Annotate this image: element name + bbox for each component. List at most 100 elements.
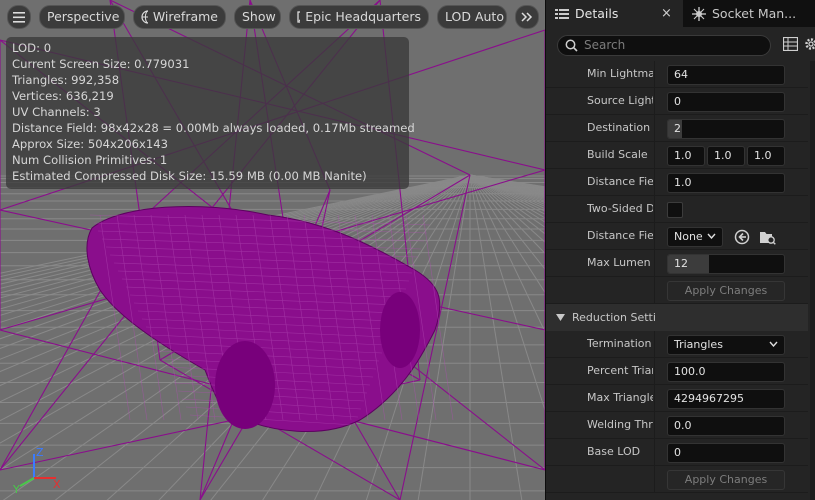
tab-socket-manager[interactable]: Socket Man... xyxy=(692,0,815,27)
base-lod-input[interactable]: 0 xyxy=(667,443,785,463)
stat-distance-field: Distance Field: 98x42x28 = 0.00Mb always… xyxy=(12,121,415,135)
section-title: Reduction Settings xyxy=(572,311,656,324)
gizmo-z-label: Z xyxy=(36,446,44,459)
prop-row-source-lightmap: Source Lightmap Index 0 xyxy=(546,88,808,115)
prop-row-max-triangle-count: Max Triangle Count 4294967295 xyxy=(546,385,808,412)
search-icon xyxy=(565,39,578,52)
stat-uv-channels: UV Channels: 3 xyxy=(12,105,101,119)
stat-approx-size: Approx Size: 504x206x143 xyxy=(12,137,168,151)
prop-label: Termination xyxy=(587,337,652,350)
two-sided-checkbox[interactable] xyxy=(667,202,683,218)
prop-label: Build Scale xyxy=(587,148,648,161)
axis-gizmo: Z X Y xyxy=(12,446,61,494)
min-lightmap-input[interactable]: 64 xyxy=(667,65,785,85)
df-resolution-input[interactable]: 1.0 xyxy=(667,173,785,193)
prop-label: Two-Sided Distance Field Generation xyxy=(587,202,653,215)
prop-label: Welding Threshold xyxy=(587,418,653,431)
termination-dropdown[interactable]: Triangles xyxy=(667,335,785,355)
view-mode-button[interactable]: Wireframe xyxy=(133,5,226,29)
wireframe-globe-icon xyxy=(141,10,148,24)
destination-lightmap-slider[interactable]: 2 xyxy=(667,119,785,139)
properties-list: Min Lightmap Resolution 64 Source Lightm… xyxy=(546,61,815,500)
chevron-down-icon xyxy=(769,341,778,347)
build-scale-x-input[interactable]: 1.0 xyxy=(667,146,705,166)
use-selected-asset-icon[interactable] xyxy=(734,229,750,245)
car-wireframe-mesh xyxy=(86,205,454,433)
panel-tab-bar: Details × Socket Man... xyxy=(546,0,815,27)
details-search-input[interactable]: Search xyxy=(557,35,771,56)
prop-row-percent-triangles: Percent Triangles 100.0 xyxy=(546,358,808,385)
stat-screen-size: Current Screen Size: 0.779031 xyxy=(12,57,190,71)
prop-row-termination: Termination Triangles xyxy=(546,331,808,358)
browse-asset-icon[interactable] xyxy=(759,229,776,245)
details-list-icon xyxy=(555,8,569,19)
gizmo-x-label: X xyxy=(53,478,61,491)
table-view-icon[interactable] xyxy=(783,37,798,51)
preview-scene-label: Epic Headquarters xyxy=(305,9,421,24)
hamburger-icon xyxy=(13,11,25,23)
prop-row-df-resolution: Distance Field Resolution Scale 1.0 xyxy=(546,169,808,196)
viewport-menu-button[interactable] xyxy=(7,5,31,29)
details-panel: Details × Socket Man... Search Min Light… xyxy=(545,0,815,500)
prop-row-build-scale: Build Scale 1.0 1.0 1.0 xyxy=(546,142,808,169)
percent-triangles-input[interactable]: 100.0 xyxy=(667,362,785,382)
static-mesh-viewport[interactable]: Perspective Wireframe Show Epic Headquar… xyxy=(0,0,545,500)
search-placeholder: Search xyxy=(584,38,626,52)
tab-socket-label: Socket Man... xyxy=(712,6,797,21)
prop-row-welding-threshold: Welding Threshold 0.0 xyxy=(546,412,808,439)
perspective-label: Perspective xyxy=(47,9,120,24)
prop-label: Distance Field Replacement Mesh xyxy=(587,229,653,242)
max-lumen-cards-slider[interactable]: 12 xyxy=(667,254,785,274)
tab-details[interactable]: Details × xyxy=(546,0,683,27)
show-button[interactable]: Show xyxy=(234,5,281,29)
stat-triangles: Triangles: 992,358 xyxy=(12,73,120,87)
lod-button[interactable]: LOD Auto xyxy=(437,5,507,29)
close-tab-button[interactable]: × xyxy=(661,6,672,21)
prop-label: Max Triangle Count xyxy=(587,391,653,404)
socket-icon xyxy=(692,6,706,21)
prop-label: Percent Triangles xyxy=(587,364,653,377)
df-replacement-dropdown[interactable]: None xyxy=(667,227,723,247)
double-chevron-right-icon xyxy=(521,12,533,22)
details-search-row: Search xyxy=(546,27,815,61)
welding-threshold-input[interactable]: 0.0 xyxy=(667,416,785,436)
image-icon xyxy=(297,11,301,23)
wheel-shape xyxy=(380,292,420,368)
prop-row-base-lod: Base LOD 0 xyxy=(546,439,808,466)
chevron-down-icon xyxy=(707,233,716,239)
stat-vertices: Vertices: 636,219 xyxy=(12,89,114,103)
prop-label: Destination Lightmap Index xyxy=(587,121,653,134)
apply-changes-button[interactable]: Apply Changes xyxy=(667,281,785,301)
reduction-settings-header[interactable]: Reduction Settings xyxy=(546,304,808,331)
prop-row-destination-lightmap: Destination Lightmap Index 2 xyxy=(546,115,808,142)
prop-label: Source Lightmap Index xyxy=(587,94,653,107)
wireframe-label: Wireframe xyxy=(152,9,218,24)
build-scale-y-input[interactable]: 1.0 xyxy=(707,146,745,166)
prop-row-max-lumen: Max Lumen Mesh Cards 12 xyxy=(546,250,808,277)
more-options-button[interactable] xyxy=(515,5,539,29)
gizmo-y-label: Y xyxy=(12,483,20,494)
prop-label: Min Lightmap Resolution xyxy=(587,67,653,80)
stat-collision: Num Collision Primitives: 1 xyxy=(12,153,168,167)
perspective-button[interactable]: Perspective xyxy=(39,5,125,29)
prop-label: Base LOD xyxy=(587,445,641,458)
editor-window: Perspective Wireframe Show Epic Headquar… xyxy=(0,0,815,500)
gear-icon[interactable] xyxy=(804,37,815,51)
stat-lod: LOD: 0 xyxy=(12,41,52,55)
prop-row-df-replacement: Distance Field Replacement Mesh None xyxy=(546,223,808,250)
source-lightmap-input[interactable]: 0 xyxy=(667,92,785,112)
prop-row-apply-1: Apply Changes xyxy=(546,277,808,304)
prop-label: Max Lumen Mesh Cards xyxy=(587,256,653,269)
viewport-toolbar: Perspective Wireframe Show Epic Headquar… xyxy=(0,0,545,34)
apply-changes-button[interactable]: Apply Changes xyxy=(667,470,785,490)
prop-row-two-sided: Two-Sided Distance Field Generation xyxy=(546,196,808,223)
wheel-shape xyxy=(215,341,275,429)
build-scale-z-input[interactable]: 1.0 xyxy=(747,146,785,166)
prop-label: Distance Field Resolution Scale xyxy=(587,175,653,188)
collapse-triangle-icon xyxy=(556,314,565,321)
max-triangle-count-input[interactable]: 4294967295 xyxy=(667,389,785,409)
show-label: Show xyxy=(242,9,276,24)
preview-scene-button[interactable]: Epic Headquarters xyxy=(289,5,429,29)
details-scrollbar[interactable] xyxy=(810,61,815,500)
stat-disk-size: Estimated Compressed Disk Size: 15.59 MB… xyxy=(12,169,367,183)
